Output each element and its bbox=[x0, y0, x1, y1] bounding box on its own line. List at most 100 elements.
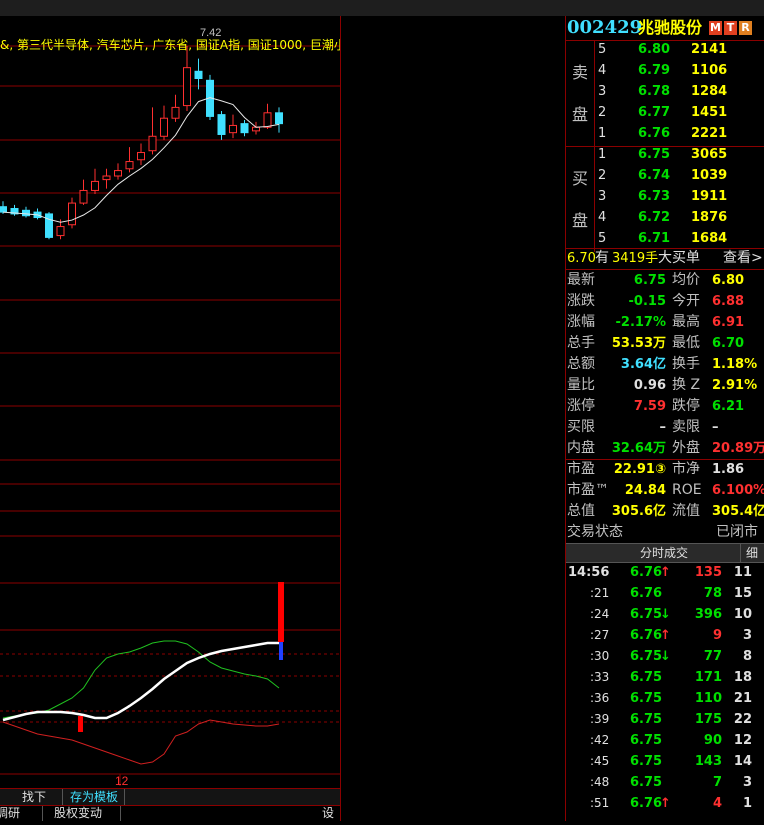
tick-row: :51 6.76 ↑ 4 1 bbox=[566, 793, 764, 814]
tick-time: 14:56 bbox=[568, 565, 610, 580]
candle-body bbox=[160, 117, 168, 137]
research-tab[interactable]: 调研 bbox=[0, 806, 20, 821]
sell-level-row[interactable]: 5 6.80 2141 bbox=[566, 39, 764, 60]
stat-label: 市盈™ bbox=[567, 482, 609, 498]
stat-label: ROE bbox=[672, 482, 702, 498]
indicator-spike-bar-low bbox=[279, 642, 283, 660]
tick-count: 15 bbox=[733, 586, 752, 601]
tab-divider bbox=[62, 789, 63, 805]
buy-level-row[interactable]: 2 6.74 1039 bbox=[566, 165, 764, 186]
big-order-has: 有 bbox=[595, 250, 609, 266]
tick-count: 11 bbox=[733, 565, 752, 580]
stat-value: 305.4亿 bbox=[712, 504, 764, 519]
stat-value: 53.53万 bbox=[611, 336, 666, 351]
level-price: 6.72 bbox=[638, 210, 671, 225]
candle-body bbox=[79, 189, 88, 204]
arrow-down-icon: ↓ bbox=[660, 607, 671, 622]
tick-price: 6.76 bbox=[630, 586, 663, 601]
tick-price: 6.75 bbox=[630, 691, 663, 706]
stat-label: 最低 bbox=[672, 335, 700, 351]
stat-row: 总额 3.64亿 换手 1.18% bbox=[566, 354, 764, 375]
stat-label: 均价 bbox=[672, 272, 700, 288]
sell-level-row[interactable]: 2 6.77 1451 bbox=[566, 102, 764, 123]
detail-tab[interactable]: 细 bbox=[746, 544, 758, 562]
stat-value: 7.59 bbox=[633, 399, 666, 414]
tick-row: :45 6.75 143 14 bbox=[566, 751, 764, 772]
kline-chart-area[interactable]: 7.42 12 &, 第三代半导体, 汽车芯片, 广东省, 国证A指, 国证10… bbox=[0, 16, 341, 821]
tick-price: 6.76 bbox=[630, 628, 663, 643]
tick-volume: 135 bbox=[694, 565, 722, 580]
candle-body bbox=[137, 152, 145, 161]
sell-level-row[interactable]: 3 6.78 1284 bbox=[566, 81, 764, 102]
tick-volume: 110 bbox=[694, 691, 722, 706]
sell-level-row[interactable]: 1 6.76 2221 bbox=[566, 123, 764, 144]
candlestick-series bbox=[0, 46, 283, 240]
sell-level-row[interactable]: 4 6.79 1106 bbox=[566, 60, 764, 81]
arrow-up-icon: ↑ bbox=[660, 565, 671, 580]
candle-body bbox=[68, 202, 76, 226]
level-number: 4 bbox=[598, 210, 607, 225]
tick-volume: 77 bbox=[703, 649, 722, 664]
buy-level-row[interactable]: 4 6.72 1876 bbox=[566, 207, 764, 228]
find-next-tab[interactable]: 找下 bbox=[22, 789, 46, 805]
big-order-row[interactable]: 6.70 有 3419手 大买单 查看> bbox=[566, 248, 764, 269]
arrow-up-icon: ↑ bbox=[660, 628, 671, 643]
level-number: 2 bbox=[598, 168, 607, 183]
stat-value: 20.89万 bbox=[712, 441, 764, 456]
stat-row: 涨停 7.59 跌停 6.21 bbox=[566, 396, 764, 417]
candle-body bbox=[91, 180, 99, 191]
stat-value: 6.88 bbox=[712, 294, 745, 309]
view-button[interactable]: 查看> bbox=[723, 248, 763, 269]
candle-body bbox=[263, 112, 272, 128]
candle-body bbox=[22, 209, 30, 217]
stat-label: 流值 bbox=[672, 503, 700, 519]
bottom-toolbar-row1: 找下 存为模板 bbox=[0, 788, 340, 806]
badge-r[interactable]: R bbox=[739, 21, 752, 35]
stat-value: 6.75 bbox=[633, 273, 666, 288]
stock-header: 002429 兆驰股份 M T R bbox=[566, 16, 764, 40]
kline-chart-svg[interactable]: 7.42 12 bbox=[0, 16, 341, 821]
tick-count: 22 bbox=[733, 712, 752, 727]
tick-count: 14 bbox=[733, 754, 752, 769]
stock-code[interactable]: 002429 bbox=[567, 16, 642, 40]
stat-value: 6.70 bbox=[712, 336, 745, 351]
big-order-qty: 3419手 bbox=[612, 251, 659, 266]
buy-level-row[interactable]: 3 6.73 1911 bbox=[566, 186, 764, 207]
level-volume: 2141 bbox=[691, 42, 728, 57]
settings-tab[interactable]: 设 bbox=[322, 806, 334, 821]
tick-time: :36 bbox=[590, 691, 610, 705]
tick-volume: 4 bbox=[712, 796, 722, 811]
tick-count: 10 bbox=[733, 607, 752, 622]
stock-name[interactable]: 兆驰股份 bbox=[638, 16, 702, 40]
tick-price: 6.76 bbox=[630, 796, 663, 811]
save-template-tab[interactable]: 存为模板 bbox=[70, 789, 118, 805]
level-volume: 1911 bbox=[691, 189, 728, 204]
top-toolbar-strip bbox=[0, 0, 764, 16]
tick-volume: 175 bbox=[694, 712, 722, 727]
level-price: 6.77 bbox=[638, 105, 671, 120]
tab-divider bbox=[42, 806, 43, 821]
tick-row: :36 6.75 110 21 bbox=[566, 688, 764, 709]
candle-body bbox=[217, 114, 226, 135]
candle-body bbox=[229, 124, 237, 134]
candle-body bbox=[171, 106, 180, 119]
trade-status-label: 交易状态 bbox=[567, 524, 623, 540]
ticks-tab[interactable]: 分时成交 bbox=[640, 544, 688, 562]
stat-row: 内盘 32.64万 外盘 20.89万 bbox=[566, 438, 764, 459]
stat-value: 22.91③ bbox=[613, 462, 666, 477]
tick-price: 6.75 bbox=[630, 607, 663, 622]
stat-row: 买限 – 卖限 – bbox=[566, 417, 764, 438]
level-volume: 1684 bbox=[691, 231, 728, 246]
buy-level-row[interactable]: 1 6.75 3065 bbox=[566, 144, 764, 165]
badge-t[interactable]: T bbox=[724, 21, 737, 35]
equity-change-tab[interactable]: 股权变动 bbox=[54, 806, 102, 821]
buy-level-row[interactable]: 5 6.71 1684 bbox=[566, 228, 764, 249]
stat-row: 量比 0.96 换 Z 2.91% bbox=[566, 375, 764, 396]
level-number: 5 bbox=[598, 231, 607, 246]
level-volume: 2221 bbox=[691, 126, 728, 141]
badge-m[interactable]: M bbox=[709, 21, 722, 35]
indicator-spike-bar bbox=[278, 582, 284, 642]
tick-time: :51 bbox=[590, 796, 610, 810]
level-number: 1 bbox=[598, 126, 607, 141]
tab-divider bbox=[120, 806, 121, 821]
